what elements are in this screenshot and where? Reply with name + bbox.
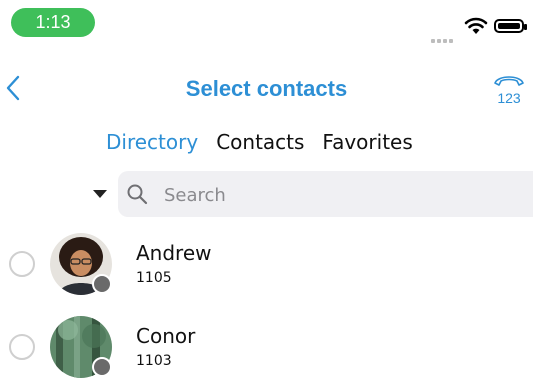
status-time: 1:13: [11, 8, 95, 37]
directory-tabs: Directory Contacts Favorites: [106, 130, 413, 154]
cellular-signal-icon: [431, 28, 455, 47]
battery-icon: [494, 19, 527, 33]
presence-status-icon: [92, 274, 112, 294]
search-input[interactable]: [164, 181, 464, 209]
contact-name[interactable]: Andrew: [136, 241, 212, 265]
select-radio[interactable]: [9, 334, 35, 360]
contact-extension: 1105: [136, 270, 172, 286]
presence-status-icon: [92, 357, 112, 377]
contact-extension: 1103: [136, 353, 172, 369]
tab-contacts[interactable]: Contacts: [216, 130, 304, 154]
tab-favorites[interactable]: Favorites: [322, 130, 412, 154]
select-radio[interactable]: [9, 251, 35, 277]
wifi-icon: [464, 17, 488, 39]
filter-dropdown-icon[interactable]: [93, 190, 107, 198]
page-title: Select contacts: [185, 76, 348, 101]
back-chevron-icon[interactable]: [4, 74, 22, 106]
tab-directory[interactable]: Directory: [106, 130, 198, 154]
dialpad-phone-icon[interactable]: 123: [492, 72, 526, 112]
contact-name[interactable]: Conor: [136, 324, 195, 348]
search-icon: [126, 183, 148, 209]
svg-text:123: 123: [497, 90, 521, 106]
